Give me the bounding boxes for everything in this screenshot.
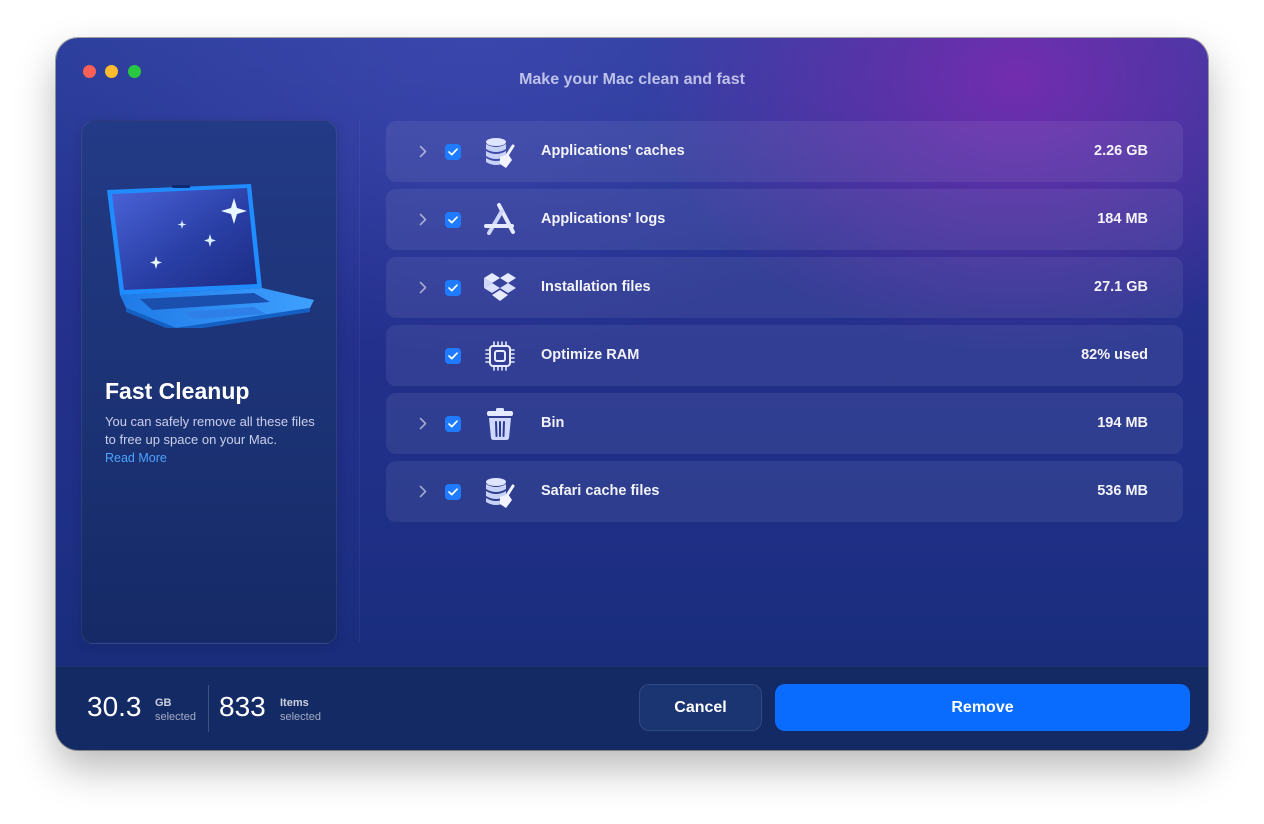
selected-size-unit: GB xyxy=(155,697,172,709)
checkmark-icon xyxy=(448,352,458,360)
item-checkbox[interactable] xyxy=(445,416,461,432)
window-title: Make your Mac clean and fast xyxy=(519,71,745,88)
stats-divider xyxy=(208,685,209,732)
trash-icon xyxy=(482,406,518,442)
selected-items-unit: Items xyxy=(280,697,309,709)
list-item-applications-logs[interactable]: Applications' logs 184 MB xyxy=(386,189,1183,250)
dropbox-box-icon xyxy=(482,270,518,306)
item-checkbox[interactable] xyxy=(445,484,461,500)
laptop-illustration xyxy=(104,178,316,333)
app-window: Make your Mac clean and fast Fast Cleanu… xyxy=(56,38,1208,750)
chevron-right-icon[interactable] xyxy=(419,213,427,226)
cpu-chip-icon xyxy=(482,338,518,374)
list-item-bin[interactable]: Bin 194 MB xyxy=(386,393,1183,454)
info-card: Fast Cleanup You can safely remove all t… xyxy=(81,121,337,644)
list-item-applications-caches[interactable]: Applications' caches 2.26 GB xyxy=(386,121,1183,182)
chevron-right-icon[interactable] xyxy=(419,281,427,294)
cleanup-item-list: Applications' caches 2.26 GB Application… xyxy=(386,121,1183,529)
item-label: Installation files xyxy=(541,279,651,295)
remove-button[interactable]: Remove xyxy=(775,684,1190,731)
item-size: 184 MB xyxy=(1097,211,1148,227)
item-size: 82% used xyxy=(1081,347,1148,363)
item-checkbox[interactable] xyxy=(445,144,461,160)
app-store-icon xyxy=(482,202,518,238)
item-size: 2.26 GB xyxy=(1094,143,1148,159)
item-label: Optimize RAM xyxy=(541,347,640,363)
checkmark-icon xyxy=(448,488,458,496)
feature-description: You can safely remove all these files to… xyxy=(105,414,315,447)
list-item-installation-files[interactable]: Installation files 27.1 GB xyxy=(386,257,1183,318)
item-label: Bin xyxy=(541,415,565,431)
chevron-right-icon[interactable] xyxy=(419,145,427,158)
chevron-right-icon[interactable] xyxy=(419,485,427,498)
selected-items-value: 833 xyxy=(219,691,266,722)
feature-title: Fast Cleanup xyxy=(105,378,250,404)
item-label: Applications' caches xyxy=(541,143,685,159)
selected-size-value: 30.3 xyxy=(87,691,142,722)
item-size: 536 MB xyxy=(1097,483,1148,499)
cancel-button[interactable]: Cancel xyxy=(639,684,762,731)
selected-items-caption: selected xyxy=(280,711,321,723)
item-size: 27.1 GB xyxy=(1094,279,1148,295)
read-more-link[interactable]: Read More xyxy=(105,451,167,465)
checkmark-icon xyxy=(448,420,458,428)
list-item-optimize-ram[interactable]: Optimize RAM 82% used xyxy=(386,325,1183,386)
list-item-safari-cache-files[interactable]: Safari cache files 536 MB xyxy=(386,461,1183,522)
selected-size-caption: selected xyxy=(155,711,196,723)
checkmark-icon xyxy=(448,148,458,156)
checkmark-icon xyxy=(448,284,458,292)
database-broom-icon xyxy=(482,134,518,170)
item-checkbox[interactable] xyxy=(445,212,461,228)
chevron-right-icon[interactable] xyxy=(419,417,427,430)
item-label: Applications' logs xyxy=(541,211,666,227)
item-size: 194 MB xyxy=(1097,415,1148,431)
item-checkbox[interactable] xyxy=(445,280,461,296)
panel-divider xyxy=(359,121,360,642)
database-broom-icon xyxy=(482,474,518,510)
item-checkbox[interactable] xyxy=(445,348,461,364)
item-label: Safari cache files xyxy=(541,483,660,499)
checkmark-icon xyxy=(448,216,458,224)
footer-bar: 30.3 GB selected 833 Items selected Canc… xyxy=(56,666,1208,750)
